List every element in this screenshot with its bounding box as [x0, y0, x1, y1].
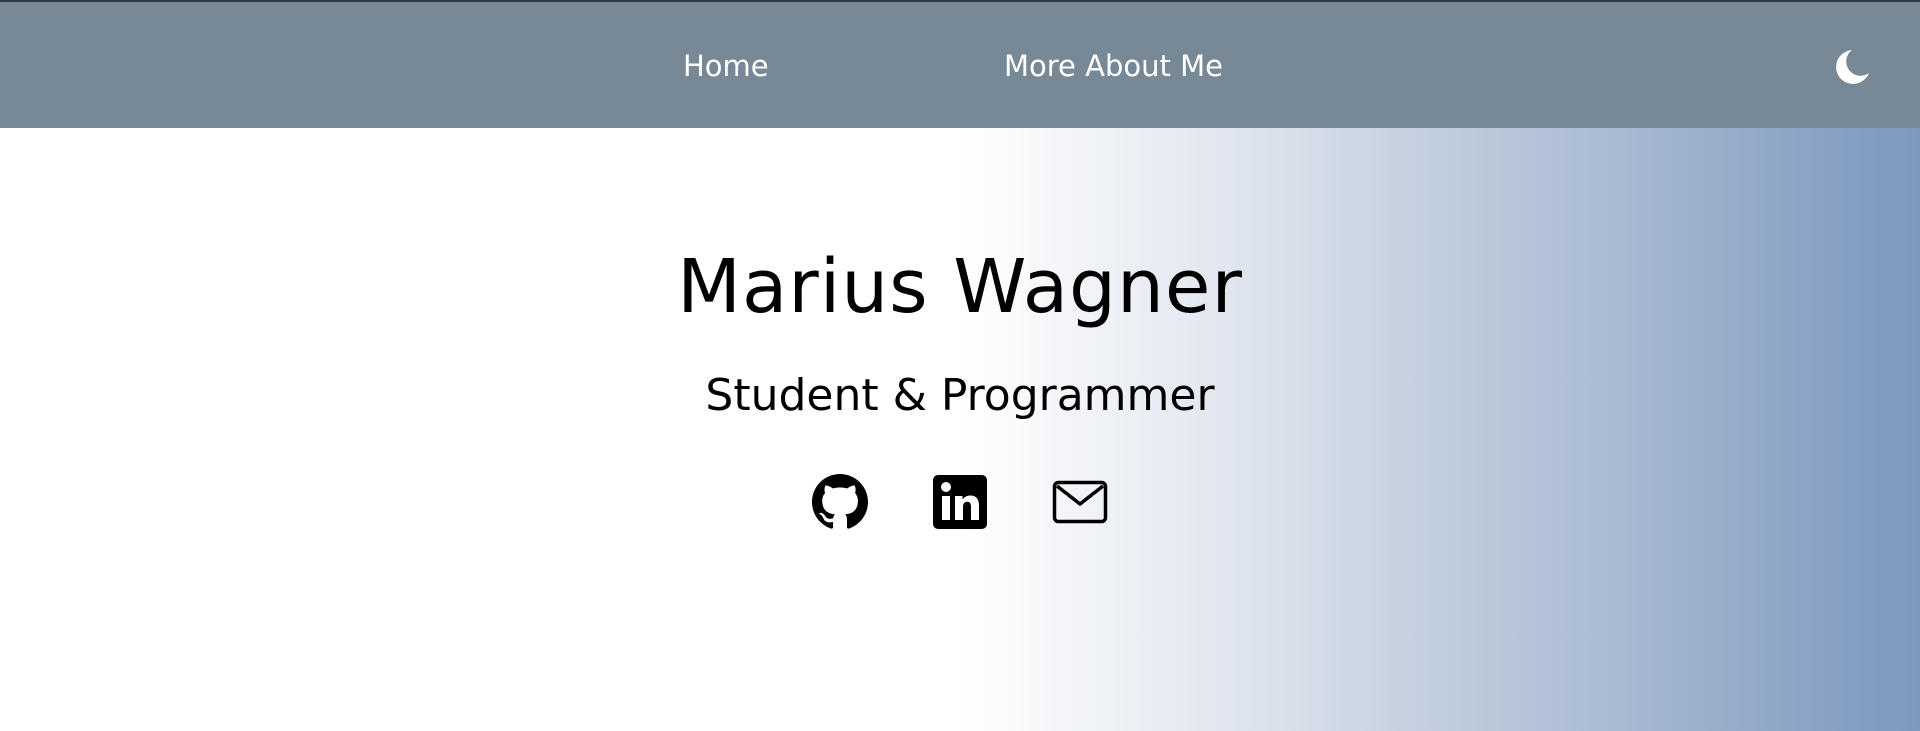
top-navigation-bar: Home More About Me [0, 0, 1920, 128]
email-link[interactable] [1052, 474, 1108, 530]
moon-icon [1836, 50, 1869, 84]
linkedin-icon [933, 475, 987, 529]
page-title: Marius Wagner [677, 244, 1243, 330]
nav-link-home[interactable]: Home [683, 49, 769, 83]
dark-mode-toggle[interactable] [1830, 46, 1872, 88]
github-icon [812, 474, 868, 529]
linkedin-link[interactable] [932, 474, 988, 530]
nav-link-more-about-me[interactable]: More About Me [1004, 49, 1223, 83]
github-link[interactable] [812, 474, 868, 530]
mail-icon [1052, 480, 1108, 524]
page-subtitle: Student & Programmer [705, 370, 1215, 421]
